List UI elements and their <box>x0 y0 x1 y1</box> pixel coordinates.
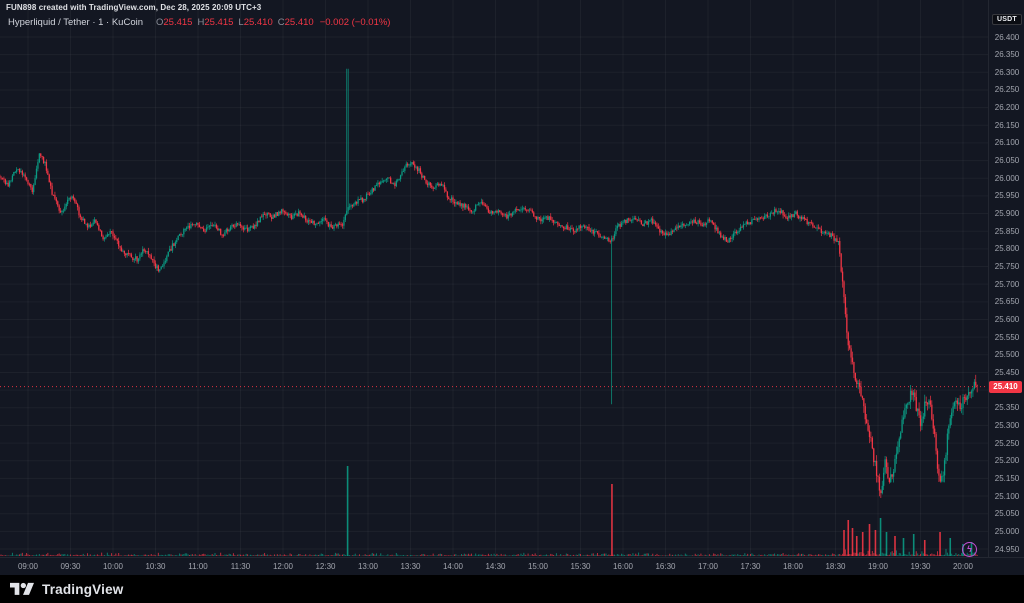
time-tick-label: 13:00 <box>351 562 385 571</box>
time-tick-label: 13:30 <box>394 562 428 571</box>
time-tick-label: 15:30 <box>564 562 598 571</box>
price-tick-label: 25.250 <box>989 439 1024 448</box>
time-tick-label: 14:30 <box>479 562 513 571</box>
price-tick-label: 26.350 <box>989 50 1024 59</box>
ohlc-close-value: 25.410 <box>285 17 314 28</box>
price-tick-label: 26.150 <box>989 121 1024 130</box>
price-tick-label: 26.050 <box>989 156 1024 165</box>
price-tick-label: 25.050 <box>989 509 1024 518</box>
tradingview-logo-icon[interactable] <box>10 580 34 599</box>
time-tick-label: 12:30 <box>309 562 343 571</box>
price-tick-label: 26.000 <box>989 174 1024 183</box>
price-tick-label: 26.200 <box>989 103 1024 112</box>
price-axis[interactable]: 26.400 26.350 26.300 26.250 26.200 26.150 26.1… <box>988 0 1024 557</box>
time-tick-label: 10:00 <box>96 562 130 571</box>
price-tick-label: 25.600 <box>989 315 1024 324</box>
price-tick-label: 25.950 <box>989 191 1024 200</box>
time-axis[interactable]: 09:00 09:30 10:00 10:30 11:00 11:30 12:00 12:30… <box>0 557 1024 576</box>
price-tick-label: 25.350 <box>989 403 1024 412</box>
time-tick-label: 10:30 <box>139 562 173 571</box>
snapshot-attribution: FUN898 created with TradingView.com, Dec… <box>6 3 261 12</box>
time-tick-label: 14:00 <box>436 562 470 571</box>
price-tick-label: 24.950 <box>989 545 1024 554</box>
ohlc-low-value: 25.410 <box>244 17 273 28</box>
time-tick-label: 09:30 <box>54 562 88 571</box>
quote-currency-badge: USDT <box>992 14 1022 25</box>
ohlc-open-value: 25.415 <box>163 17 192 28</box>
price-tick-label: 25.450 <box>989 368 1024 377</box>
price-tick-label: 25.750 <box>989 262 1024 271</box>
ohlc-high-value: 25.415 <box>204 17 233 28</box>
price-tick-label: 26.100 <box>989 138 1024 147</box>
time-tick-label: 11:30 <box>224 562 258 571</box>
ohlc-change-value: −0.002 (−0.01%) <box>320 17 391 28</box>
footer-bar: TradingView <box>0 575 1024 603</box>
price-tick-label: 25.150 <box>989 474 1024 483</box>
price-tick-label: 25.550 <box>989 333 1024 342</box>
tradingview-chart-snapshot: FUN898 created with TradingView.com, Dec… <box>0 0 1024 603</box>
price-tick-label: 26.400 <box>989 33 1024 42</box>
price-tick-label: 25.850 <box>989 227 1024 236</box>
price-tick-label: 25.700 <box>989 280 1024 289</box>
symbol-legend: Hyperliquid / Tether · 1 · KuCoinO25.415… <box>8 17 390 28</box>
time-tick-label: 18:00 <box>776 562 810 571</box>
time-tick-label: 17:00 <box>691 562 725 571</box>
price-tick-label: 25.100 <box>989 492 1024 501</box>
price-tick-label: 25.500 <box>989 350 1024 359</box>
time-tick-label: 15:00 <box>521 562 555 571</box>
price-tick-label: 25.300 <box>989 421 1024 430</box>
time-tick-label: 19:00 <box>861 562 895 571</box>
time-tick-label: 09:00 <box>11 562 45 571</box>
time-tick-label: 19:30 <box>904 562 938 571</box>
time-tick-label: 17:30 <box>734 562 768 571</box>
symbol-title[interactable]: Hyperliquid / Tether · 1 · KuCoin <box>8 17 143 28</box>
time-tick-label: 16:00 <box>606 562 640 571</box>
price-tick-label: 26.300 <box>989 68 1024 77</box>
time-tick-label: 11:00 <box>181 562 215 571</box>
time-tick-label: 16:30 <box>649 562 683 571</box>
price-tick-label: 26.250 <box>989 85 1024 94</box>
price-tick-label: 25.200 <box>989 456 1024 465</box>
lightning-event-icon[interactable]: ϟ <box>962 542 977 557</box>
price-tick-label: 25.650 <box>989 297 1024 306</box>
time-tick-label: 20:00 <box>946 562 980 571</box>
time-tick-label: 18:30 <box>819 562 853 571</box>
price-tick-label: 25.800 <box>989 244 1024 253</box>
ohlc-close-label: C <box>278 17 285 28</box>
last-price-label: 25.410 <box>989 381 1022 393</box>
tradingview-brand-text[interactable]: TradingView <box>42 582 123 597</box>
candlestick-chart[interactable] <box>0 0 1024 557</box>
price-tick-label: 25.000 <box>989 527 1024 536</box>
time-tick-label: 12:00 <box>266 562 300 571</box>
price-tick-label: 25.900 <box>989 209 1024 218</box>
